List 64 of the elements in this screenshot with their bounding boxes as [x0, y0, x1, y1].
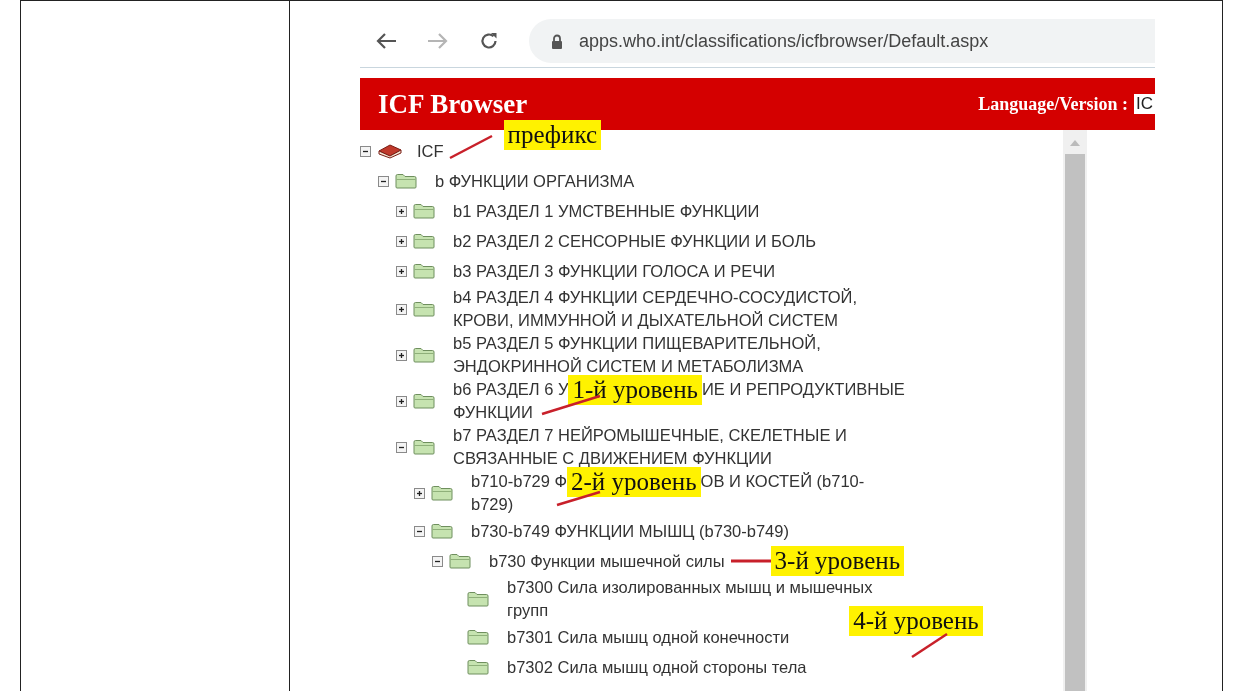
expand-icon[interactable]	[414, 487, 425, 499]
folder-icon	[449, 553, 471, 569]
folder-icon	[413, 439, 435, 455]
tree-item-label[interactable]: b710-b729 Ф	[471, 470, 568, 493]
tree-item-label[interactable]: групп	[507, 599, 549, 622]
callout-label: 4-й уровень	[849, 606, 983, 636]
tree-item-label[interactable]: b6 РАЗДЕЛ 6 У	[453, 378, 569, 401]
folder-icon	[431, 485, 453, 501]
collapse-icon[interactable]	[360, 145, 371, 157]
callout-label: 2-й уровень	[567, 466, 701, 497]
address-bar[interactable]: apps.who.int/classifications/icfbrowser/Default.aspx	[529, 19, 1155, 63]
tree-item-label[interactable]: b729)	[471, 493, 514, 516]
expand-icon[interactable]	[396, 235, 407, 247]
tree-item-label[interactable]: b4 РАЗДЕЛ 4 ФУНКЦИИ СЕРДЕЧНО-СОСУДИСТОЙ,	[453, 286, 858, 309]
tree-item-label[interactable]: b3 РАЗДЕЛ 3 ФУНКЦИИ ГОЛОСА И РЕЧИ	[453, 259, 776, 283]
callout-label: 3-й уровень	[770, 546, 905, 576]
folder-icon	[431, 523, 453, 539]
collapse-icon[interactable]	[396, 441, 407, 453]
folder-icon	[467, 659, 489, 675]
tree-item-label[interactable]: b7301 Сила мышц одной конечности	[507, 625, 790, 649]
tree-item-label[interactable]: ФУНКЦИИ	[453, 401, 533, 424]
tree-item-label[interactable]: ИЕ И РЕПРОДУКТИВНЫЕ	[701, 378, 905, 401]
reload-icon[interactable]	[479, 31, 499, 51]
expand-icon[interactable]	[396, 265, 407, 277]
collapse-icon[interactable]	[378, 175, 389, 187]
tree-item-label[interactable]: b7300 Сила изолированных мышц и мышечных	[507, 576, 873, 599]
folder-icon	[413, 233, 435, 249]
collapse-icon[interactable]	[414, 525, 425, 537]
callout-label: префикс	[503, 120, 602, 150]
back-icon[interactable]	[375, 32, 397, 50]
collapse-icon[interactable]	[432, 555, 443, 567]
tree-item-label[interactable]: b7 РАЗДЕЛ 7 НЕЙРОМЫШЕЧНЫЕ, СКЕЛЕТНЫЕ И	[453, 424, 847, 447]
tree-item-label[interactable]: b730-b749 ФУНКЦИИ МЫШЦ (b730-b749)	[471, 519, 789, 543]
expand-icon[interactable]	[396, 349, 407, 361]
expand-icon[interactable]	[396, 205, 407, 217]
language-select[interactable]: IC	[1134, 94, 1155, 114]
tree-item-label[interactable]: b7302 Сила мышц одной стороны тела	[507, 655, 807, 679]
tree-item-label[interactable]: b5 РАЗДЕЛ 5 ФУНКЦИИ ПИЩЕВАРИТЕЛЬНОЙ,	[453, 332, 821, 355]
tree-item-label[interactable]: КРОВИ, ИММУННОЙ И ДЫХАТЕЛЬНОЙ СИСТЕМ	[453, 309, 838, 332]
expand-icon[interactable]	[396, 303, 407, 315]
folder-icon	[413, 203, 435, 219]
callout-label: 1-й уровень	[568, 374, 702, 405]
scrollbar-thumb[interactable]	[1065, 154, 1085, 691]
folder-icon	[467, 629, 489, 645]
book-icon	[377, 143, 403, 159]
folder-icon	[413, 301, 435, 317]
app-title: ICF Browser	[378, 88, 528, 120]
folder-icon	[413, 393, 435, 409]
tree-item-label[interactable]: b ФУНКЦИИ ОРГАНИЗМА	[435, 169, 635, 193]
tree-item-label[interactable]: ICF	[417, 139, 444, 163]
folder-icon	[413, 263, 435, 279]
leader-line	[730, 558, 771, 564]
scrollbar[interactable]	[1063, 130, 1087, 691]
tree-item-label[interactable]: b1 РАЗДЕЛ 1 УМСТВЕННЫЕ ФУНКЦИИ	[453, 199, 760, 223]
tree-item-label[interactable]: ОВ И КОСТЕЙ (b710-	[700, 470, 865, 493]
folder-icon	[467, 591, 489, 607]
url-text: apps.who.int/classifications/icfbrowser/Default.aspx	[579, 30, 989, 52]
folder-icon	[413, 347, 435, 363]
tree-item-label[interactable]: b2 РАЗДЕЛ 2 СЕНСОРНЫЕ ФУНКЦИИ И БОЛЬ	[453, 229, 817, 253]
folder-icon	[395, 173, 417, 189]
lock-icon	[551, 33, 563, 49]
expand-icon[interactable]	[396, 395, 407, 407]
language-label: Language/Version :	[978, 93, 1128, 115]
tree-item-label[interactable]: b730 Функции мышечной силы	[489, 549, 725, 573]
